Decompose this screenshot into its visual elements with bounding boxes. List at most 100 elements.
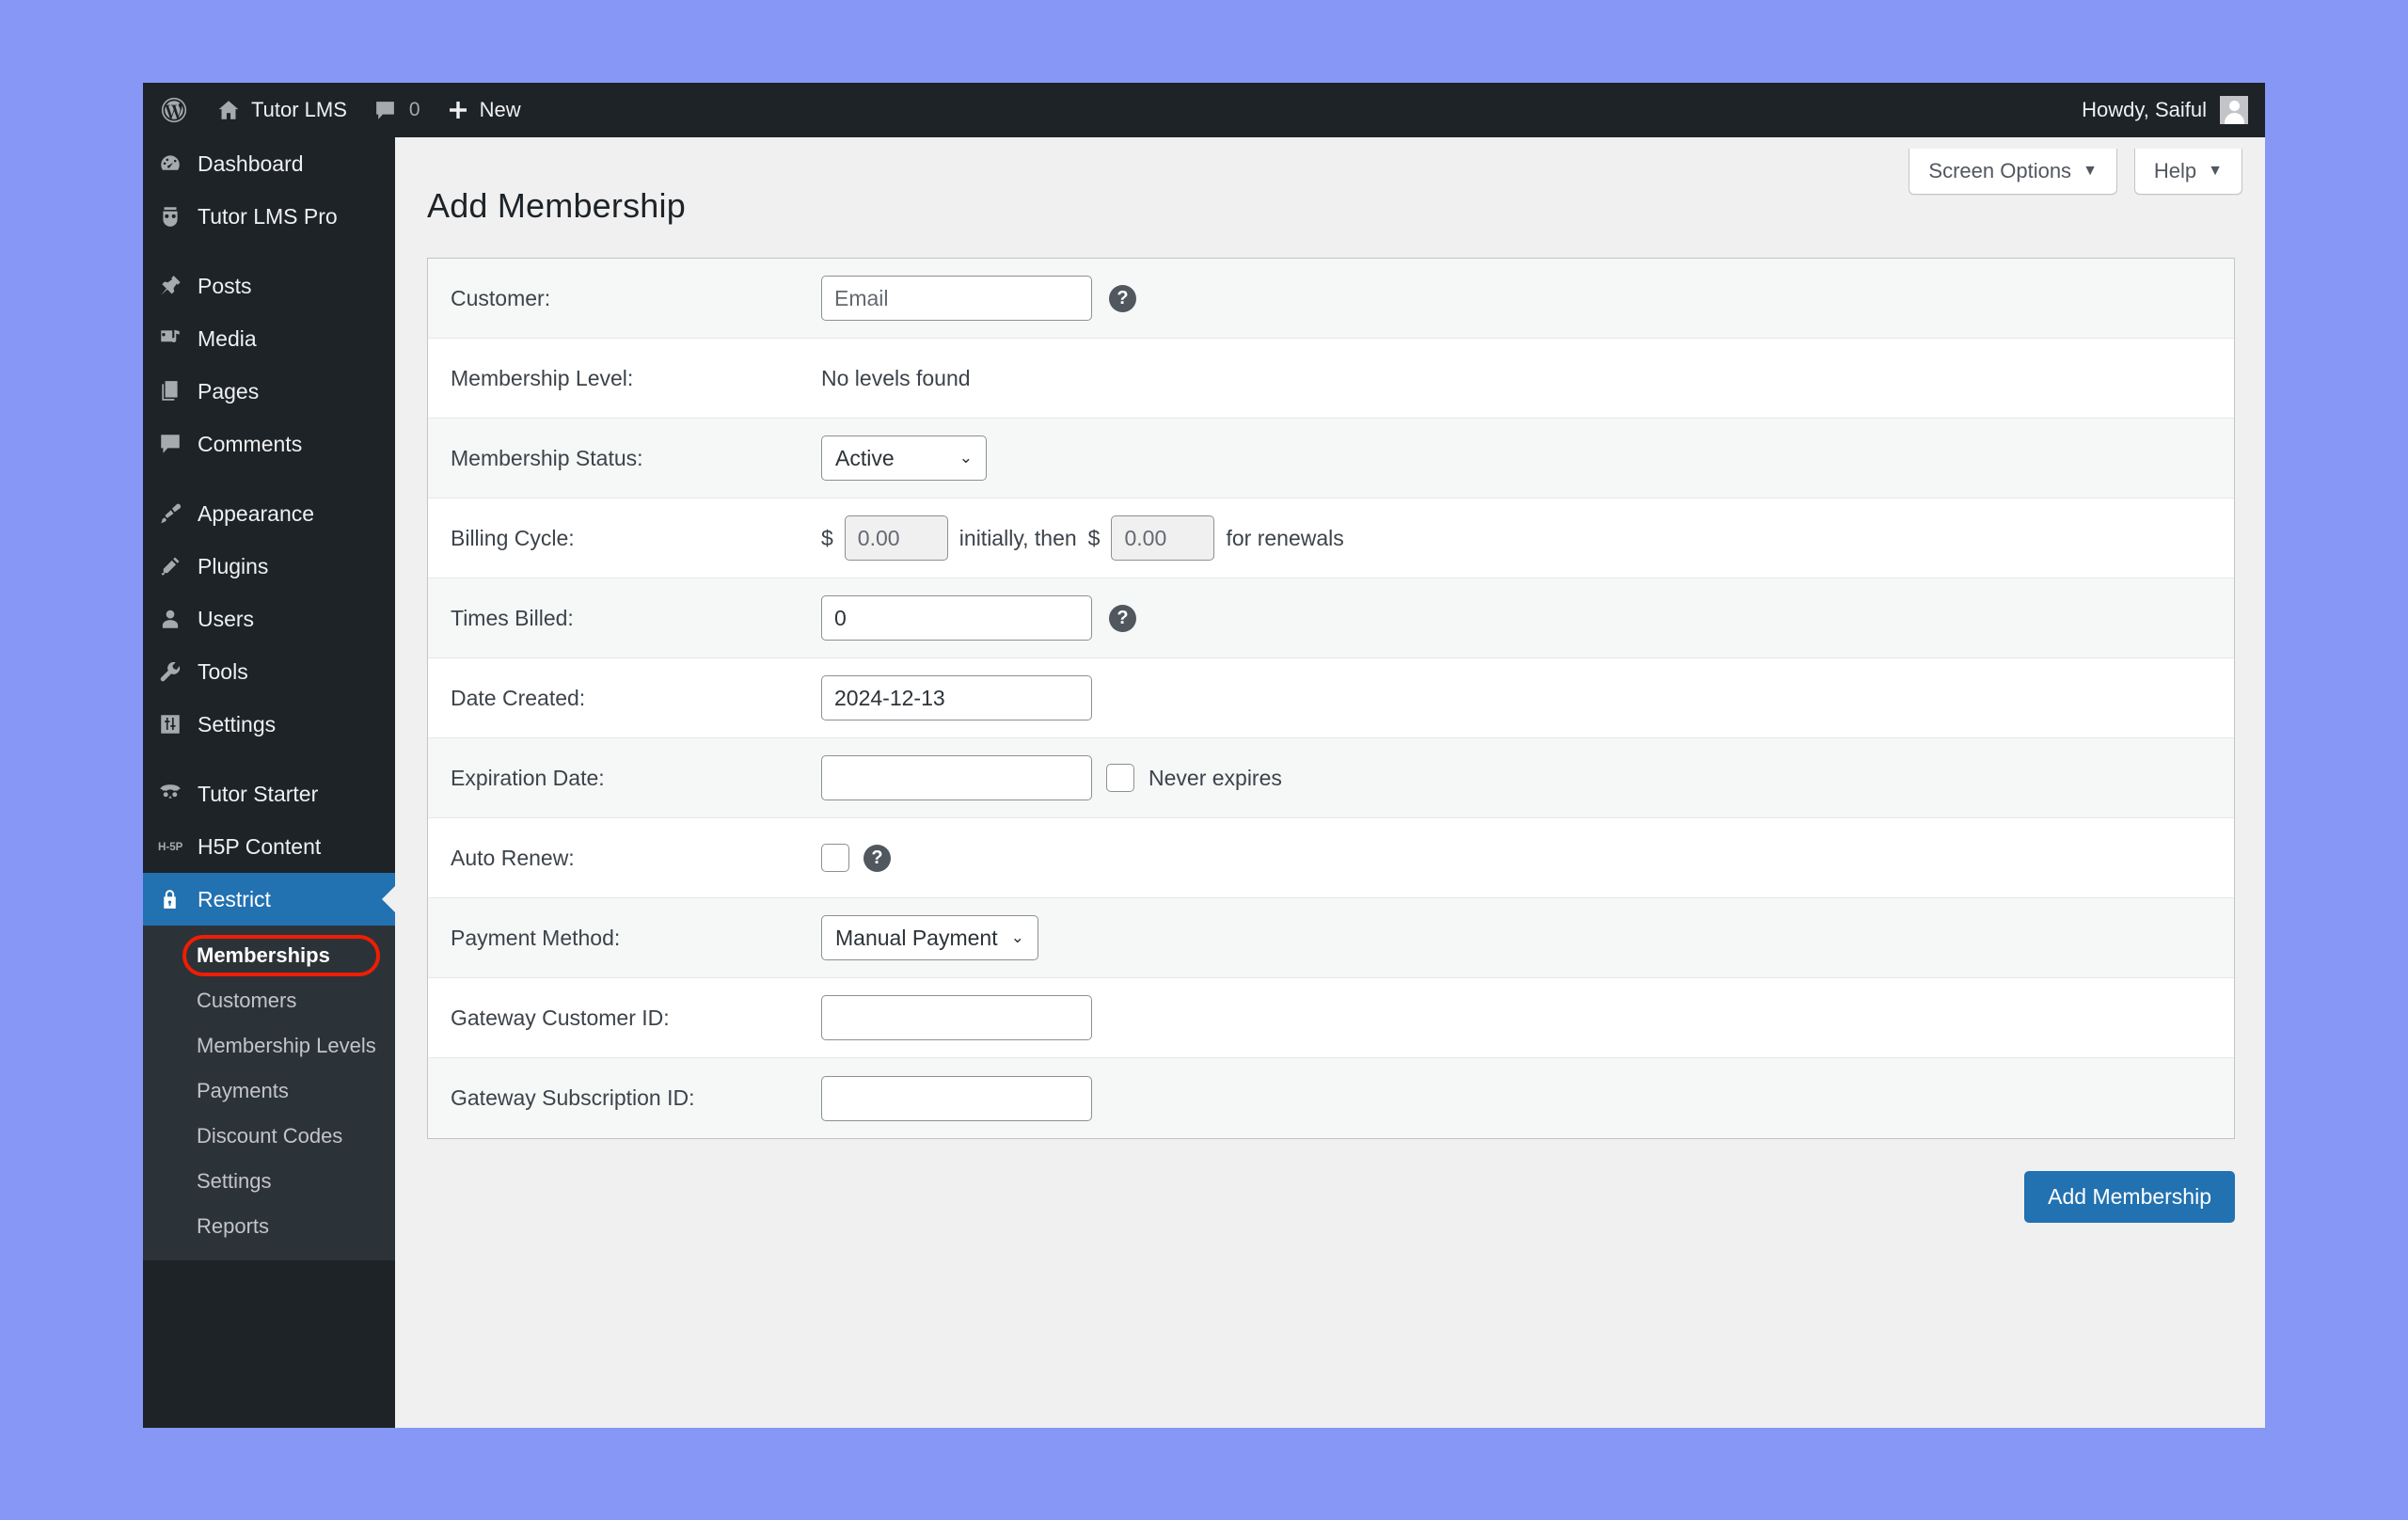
- screen-options-label: Screen Options: [1928, 159, 2072, 182]
- expiration-date-input[interactable]: [821, 755, 1092, 800]
- payment-method-select[interactable]: Manual Payment ⌄: [821, 915, 1038, 960]
- pin-icon: [158, 274, 198, 298]
- sidebar-item-label: Appearance: [198, 500, 315, 526]
- date-created-label: Date Created:: [451, 685, 586, 710]
- home-icon: [216, 98, 241, 122]
- submenu-item-label: Discount Codes: [197, 1124, 343, 1148]
- sidebar-item-pages[interactable]: Pages: [143, 365, 395, 418]
- sliders-icon: [158, 712, 198, 736]
- lock-icon: [158, 888, 198, 911]
- site-name-menu[interactable]: Tutor LMS: [203, 83, 360, 137]
- times-billed-input[interactable]: [821, 595, 1092, 641]
- billing-renewal-amount-input[interactable]: [1111, 515, 1215, 561]
- gateway-subscription-id-input[interactable]: [821, 1075, 1092, 1121]
- sidebar-item-tutor-starter[interactable]: Tutor Starter: [143, 768, 395, 820]
- auto-renew-checkbox[interactable]: [821, 844, 849, 872]
- sidebar-item-label: Plugins: [198, 553, 269, 578]
- dashboard-icon: [158, 151, 198, 176]
- sidebar-item-plugins[interactable]: Plugins: [143, 540, 395, 593]
- my-account-menu[interactable]: Howdy, Saiful: [2082, 96, 2265, 124]
- svg-text:H-5P: H-5P: [158, 842, 183, 853]
- sidebar-item-label: Tutor Starter: [198, 781, 319, 806]
- currency-symbol-renewal: $: [1087, 525, 1101, 550]
- wordpress-logo-icon: [160, 96, 188, 124]
- form-row-gateway-subscription-id: Gateway Subscription ID:: [428, 1058, 2234, 1138]
- sidebar-item-memberships[interactable]: Memberships: [143, 933, 395, 978]
- gateway-customer-id-input[interactable]: [821, 995, 1092, 1040]
- form-row-customer: Customer: ?: [428, 259, 2234, 339]
- submenu-item-label: Payments: [197, 1079, 289, 1102]
- new-content-menu[interactable]: New: [434, 83, 534, 137]
- payment-method-label: Payment Method:: [451, 925, 621, 950]
- sidebar-item-restrict-settings[interactable]: Settings: [143, 1159, 395, 1204]
- new-content-label: New: [479, 98, 521, 121]
- sidebar-item-settings[interactable]: Settings: [143, 698, 395, 751]
- comments-menu[interactable]: 0: [360, 83, 434, 137]
- expiration-date-label: Expiration Date:: [451, 765, 605, 790]
- wrench-icon: [158, 659, 198, 684]
- sidebar-item-label: Comments: [198, 431, 303, 456]
- screen-options-button[interactable]: Screen Options ▼: [1909, 149, 2117, 195]
- sidebar-item-posts[interactable]: Posts: [143, 260, 395, 312]
- date-created-input[interactable]: [821, 675, 1092, 720]
- chevron-down-icon: ▼: [2208, 163, 2223, 179]
- sidebar-item-reports[interactable]: Reports: [143, 1204, 395, 1249]
- customer-email-input[interactable]: [821, 276, 1092, 321]
- sidebar-item-label: Media: [198, 325, 257, 351]
- billing-initial-amount-input[interactable]: [844, 515, 948, 561]
- sidebar-item-tools[interactable]: Tools: [143, 645, 395, 698]
- help-tip-icon[interactable]: ?: [1109, 284, 1136, 312]
- sidebar-item-payments[interactable]: Payments: [143, 1069, 395, 1114]
- form-actions: Add Membership: [427, 1171, 2235, 1223]
- membership-status-select[interactable]: Active ⌄: [821, 435, 987, 481]
- comment-icon: [158, 432, 198, 456]
- sidebar-item-label: Dashboard: [198, 150, 304, 176]
- sidebar-item-media[interactable]: Media: [143, 312, 395, 365]
- sidebar-item-discount-codes[interactable]: Discount Codes: [143, 1114, 395, 1159]
- wordpress-logo-menu[interactable]: [143, 83, 203, 137]
- billing-suffix-text: for renewals: [1226, 525, 1344, 550]
- help-button[interactable]: Help ▼: [2133, 149, 2242, 195]
- submenu-item-label: Reports: [197, 1214, 270, 1238]
- main-content: Screen Options ▼ Help ▼ Add Membership C…: [395, 137, 2265, 1428]
- sidebar-item-dashboard[interactable]: Dashboard: [143, 137, 395, 190]
- sidebar-item-tutor-lms-pro[interactable]: Tutor LMS Pro: [143, 190, 395, 243]
- add-membership-button[interactable]: Add Membership: [2024, 1171, 2235, 1223]
- membership-status-label: Membership Status:: [451, 445, 643, 470]
- form-row-membership-status: Membership Status: Active ⌄: [428, 419, 2234, 499]
- site-name-label: Tutor LMS: [251, 98, 347, 121]
- help-tip-icon[interactable]: ?: [863, 844, 891, 872]
- form-row-gateway-customer-id: Gateway Customer ID:: [428, 978, 2234, 1058]
- sidebar-item-restrict[interactable]: Restrict: [143, 873, 395, 926]
- billing-cycle-label: Billing Cycle:: [451, 525, 575, 550]
- submenu-item-label: Customers: [197, 989, 297, 1012]
- sidebar-item-users[interactable]: Users: [143, 593, 395, 645]
- form-row-membership-level: Membership Level: No levels found: [428, 339, 2234, 419]
- help-label: Help: [2153, 159, 2197, 182]
- billing-mid-text: initially, then: [958, 525, 1077, 550]
- sidebar-item-membership-levels[interactable]: Membership Levels: [143, 1023, 395, 1069]
- sidebar-item-label: Settings: [198, 711, 277, 736]
- plus-icon: [447, 99, 469, 121]
- membership-level-label: Membership Level:: [451, 365, 634, 390]
- sidebar-item-h5p-content[interactable]: H-5P H5P Content: [143, 820, 395, 873]
- form-row-expiration-date: Expiration Date: Never expires: [428, 738, 2234, 818]
- never-expires-checkbox[interactable]: [1106, 764, 1134, 792]
- help-tip-icon[interactable]: ?: [1109, 604, 1136, 632]
- sidebar-item-label: Pages: [198, 378, 260, 404]
- pages-icon: [158, 379, 198, 404]
- membership-form-panel: Customer: ? Membership Level: No levels …: [427, 258, 2235, 1139]
- form-row-times-billed: Times Billed: ?: [428, 578, 2234, 658]
- never-expires-label: Never expires: [1149, 765, 1282, 790]
- sidebar-item-appearance[interactable]: Appearance: [143, 487, 395, 540]
- sidebar-item-comments[interactable]: Comments: [143, 418, 395, 470]
- times-billed-label: Times Billed:: [451, 605, 574, 630]
- howdy-label: Howdy, Saiful: [2082, 98, 2207, 121]
- avatar: [2220, 96, 2248, 124]
- submenu-item-label: Settings: [197, 1169, 272, 1193]
- brush-icon: [158, 501, 198, 526]
- sidebar-item-customers[interactable]: Customers: [143, 978, 395, 1023]
- admin-sidebar-menu: Dashboard Tutor LMS Pro Posts Media Page…: [143, 137, 395, 1428]
- submenu-item-label: Memberships: [197, 943, 330, 967]
- sidebar-item-label: Users: [198, 606, 255, 631]
